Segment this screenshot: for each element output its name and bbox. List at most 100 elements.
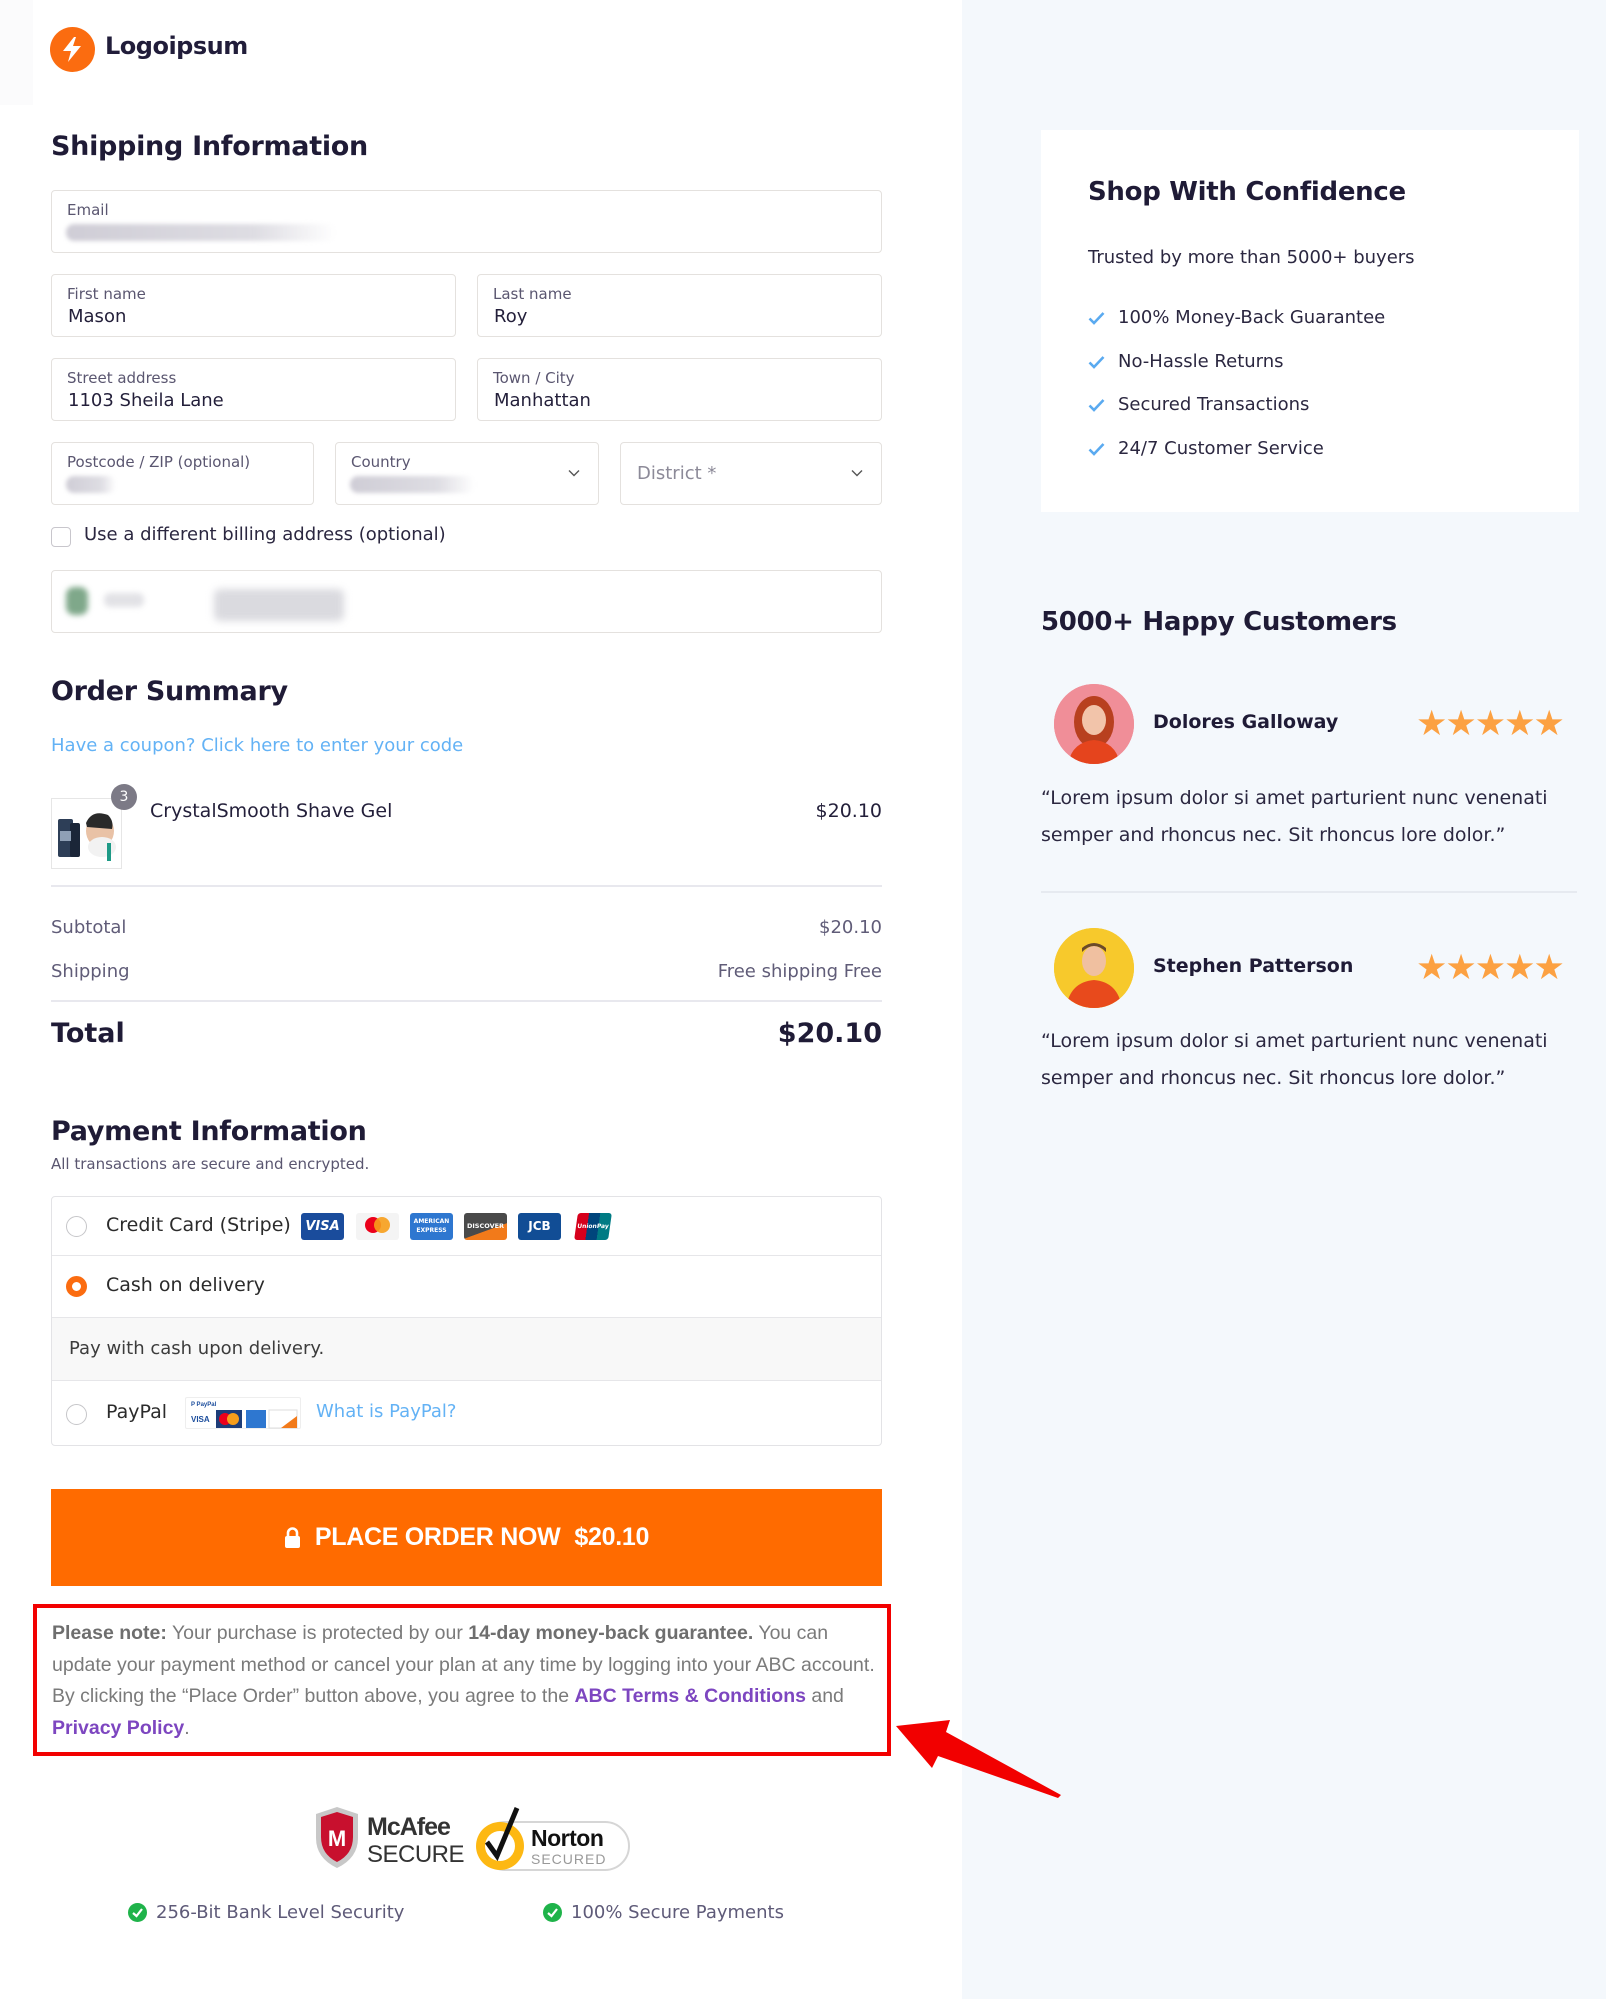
country-select[interactable]: Country [335, 442, 599, 505]
district-select[interactable]: District * [620, 442, 882, 505]
place-order-label: PLACE ORDER NOW [314, 1523, 561, 1551]
confidence-item-text: 100% Money-Back Guarantee [1118, 307, 1386, 328]
country-value-redacted [350, 476, 475, 493]
redacted-text [104, 593, 144, 607]
check-circle-icon [543, 1903, 562, 1922]
svg-text:P PayPal: P PayPal [191, 1402, 217, 1408]
mcafee-line2: SECURE [367, 1841, 464, 1868]
place-order-amount: $20.10 [574, 1523, 650, 1551]
trust-line-security: 256-Bit Bank Level Security [128, 1902, 404, 1923]
place-order-button[interactable]: PLACE ORDER NOW $20.10 [51, 1489, 882, 1586]
shipping-label: Shipping [51, 961, 130, 982]
redacted-icon [66, 587, 88, 615]
svg-text:VISA: VISA [191, 1415, 210, 1424]
first-name-field[interactable]: First name Mason [51, 274, 456, 337]
red-arrow-annotation [896, 1720, 1061, 1798]
divider [51, 885, 882, 887]
first-name-label: First name [67, 285, 146, 303]
confidence-item: No-Hassle Returns [1088, 351, 1284, 372]
review-quote: “Lorem ipsum dolor si amet parturient nu… [1041, 1030, 1548, 1089]
email-label: Email [67, 201, 109, 219]
star-rating: ★★★★★ [1416, 948, 1565, 988]
star-rating: ★★★★★ [1416, 704, 1565, 744]
payment-option-credit-card[interactable]: Credit Card (Stripe) VISA AMERICAN EXPRE… [52, 1197, 881, 1256]
city-field[interactable]: Town / City Manhattan [477, 358, 882, 421]
norton-line1: Norton [531, 1825, 603, 1851]
cash-label: Cash on delivery [106, 1274, 265, 1296]
payment-title: Payment Information [51, 1116, 367, 1147]
product-price: $20.10 [815, 800, 882, 822]
postcode-value-redacted [66, 476, 116, 493]
visa-icon: VISA [301, 1213, 344, 1240]
shipping-value: Free shipping Free [717, 961, 882, 982]
reviewer-name: Stephen Patterson [1153, 955, 1354, 977]
street-address-field[interactable]: Street address 1103 Sheila Lane [51, 358, 456, 421]
divider [51, 1000, 882, 1002]
city-value: Manhattan [494, 390, 591, 411]
privacy-policy-link[interactable]: Privacy Policy [52, 1717, 184, 1739]
trust-line-text: 100% Secure Payments [571, 1902, 784, 1923]
payment-methods: Credit Card (Stripe) VISA AMERICAN EXPRE… [51, 1196, 882, 1446]
highlight-box: Please note: Your purchase is protected … [33, 1604, 891, 1756]
confidence-item-text: No-Hassle Returns [1118, 351, 1284, 372]
confidence-item: Secured Transactions [1088, 394, 1309, 415]
confidence-item-text: Secured Transactions [1118, 394, 1310, 415]
city-label: Town / City [493, 369, 575, 387]
product-thumbnail [51, 798, 122, 869]
billing-address-label[interactable]: Use a different billing address (optiona… [84, 524, 446, 545]
what-is-paypal-link[interactable]: What is PayPal? [316, 1401, 456, 1422]
cash-radio-selected[interactable] [66, 1276, 87, 1297]
quantity-badge: 3 [111, 784, 137, 810]
security-badges: M McAfee SECURE Norton SECURED [313, 1802, 633, 1876]
trust-line-text: 256-Bit Bank Level Security [156, 1902, 405, 1923]
postcode-field[interactable]: Postcode / ZIP (optional) [51, 442, 314, 505]
paypal-radio[interactable] [66, 1404, 87, 1425]
billing-address-checkbox[interactable] [51, 527, 71, 547]
coupon-link[interactable]: Have a coupon? Click here to enter your … [51, 735, 463, 756]
terms-link[interactable]: ABC Terms & Conditions [574, 1685, 805, 1707]
avatar-dolores [1054, 684, 1134, 764]
checkmark-icon [1088, 398, 1105, 412]
saved-address-field[interactable] [51, 570, 882, 633]
svg-text:M: M [328, 1826, 346, 1851]
redacted-text [214, 589, 344, 621]
paypal-cards-icon: P PayPal VISA [185, 1397, 301, 1429]
brand-name: Logoipsum [105, 32, 248, 60]
payment-option-cash[interactable]: Cash on delivery [52, 1256, 881, 1318]
last-name-value: Roy [494, 306, 528, 327]
last-name-label: Last name [493, 285, 572, 303]
postcode-label: Postcode / ZIP (optional) [67, 453, 251, 471]
shop-with-confidence-card: Shop With Confidence Trusted by more tha… [1041, 130, 1579, 512]
credit-card-radio[interactable] [66, 1216, 87, 1237]
purchase-notice: Please note: Your purchase is protected … [52, 1618, 882, 1744]
cash-description-panel: Pay with cash upon delivery. [52, 1318, 881, 1381]
confidence-item-text: 24/7 Customer Service [1118, 438, 1324, 459]
last-name-field[interactable]: Last name Roy [477, 274, 882, 337]
discover-icon: DISCOVER [464, 1213, 507, 1240]
shipping-title: Shipping Information [51, 131, 368, 162]
chevron-down-icon [851, 470, 863, 477]
product-name: CrystalSmooth Shave Gel [150, 800, 393, 822]
street-address-value: 1103 Sheila Lane [68, 390, 224, 411]
order-summary-title: Order Summary [51, 676, 288, 707]
reviewer-name: Dolores Galloway [1153, 711, 1339, 733]
lock-icon [284, 1526, 300, 1548]
total-label: Total [51, 1018, 125, 1049]
amex-icon: AMERICAN EXPRESS [410, 1213, 453, 1240]
chevron-down-icon [568, 470, 580, 477]
logo-bolt-icon [50, 27, 95, 72]
country-label: Country [351, 453, 411, 471]
payment-option-paypal[interactable]: PayPal P PayPal VISA What is PayPal? [52, 1381, 881, 1445]
confidence-item: 100% Money-Back Guarantee [1088, 307, 1385, 328]
reviews-title: 5000+ Happy Customers [1041, 607, 1397, 637]
mastercard-icon [356, 1213, 399, 1240]
subtotal-value: $20.10 [819, 917, 882, 938]
review-quote: “Lorem ipsum dolor si amet parturient nu… [1041, 787, 1548, 846]
jcb-icon: JCB [518, 1213, 561, 1240]
confidence-item: 24/7 Customer Service [1088, 438, 1324, 459]
trust-line-payments: 100% Secure Payments [543, 1902, 784, 1923]
credit-card-label: Credit Card (Stripe) [106, 1214, 291, 1236]
notice-lead: Please note: [52, 1622, 167, 1644]
email-field[interactable]: Email [51, 190, 882, 253]
divider [1041, 891, 1577, 893]
